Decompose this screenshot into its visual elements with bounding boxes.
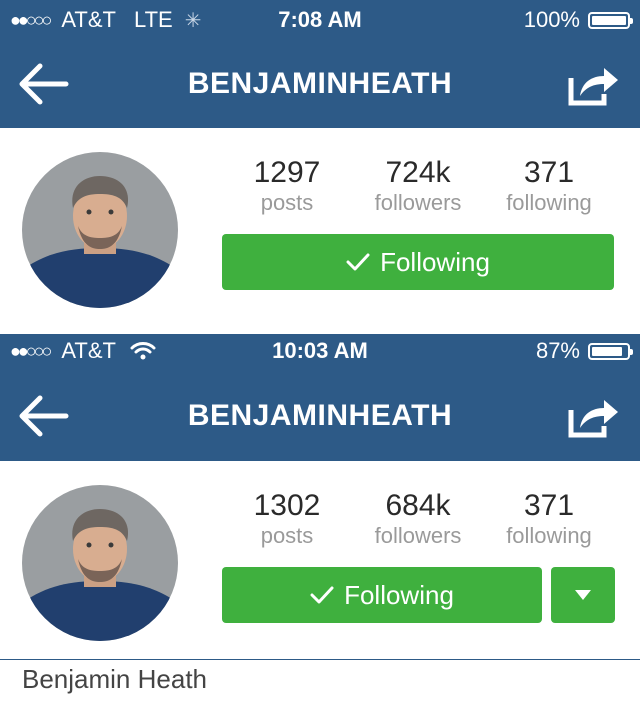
battery-percent: 87% [535, 338, 580, 363]
options-dropdown-button[interactable] [551, 567, 615, 623]
status-bar: ●●○○○ AT&T LTE ✳ 7:08 AM 100% [0, 0, 640, 40]
stat-following[interactable]: 371 following [484, 491, 614, 549]
following-label: following [506, 190, 592, 215]
stat-posts[interactable]: 1297 posts [222, 158, 352, 216]
caret-down-icon [575, 590, 591, 600]
checkmark-icon [346, 253, 370, 271]
header-2: ●●○○○ AT&T 10:03 AM 87% BENJAMINHEATH [0, 334, 640, 461]
avatar[interactable] [22, 485, 178, 641]
posts-count: 1297 [253, 156, 321, 189]
nav-bar: BENJAMINHEATH [0, 372, 640, 460]
stat-followers[interactable]: 684k followers [353, 491, 483, 549]
followers-label: followers [374, 523, 462, 548]
posts-count: 1302 [253, 489, 321, 522]
profile-full-name: Benjamin Heath [22, 664, 207, 694]
stat-following[interactable]: 371 following [484, 158, 614, 216]
page-title: BENJAMINHEATH [187, 67, 453, 100]
followers-count: 724k [385, 156, 451, 189]
following-button[interactable]: Following [222, 234, 614, 290]
divider [0, 659, 640, 660]
avatar[interactable] [22, 152, 178, 308]
share-icon[interactable] [568, 62, 620, 106]
battery-icon [588, 11, 633, 29]
following-count: 371 [523, 489, 575, 522]
battery-icon [588, 342, 633, 360]
stat-posts[interactable]: 1302 posts [222, 491, 352, 549]
followers-label: followers [374, 190, 462, 215]
stat-followers[interactable]: 724k followers [353, 158, 483, 216]
nav-bar: BENJAMINHEATH [0, 40, 640, 128]
battery-percent: 100% [523, 7, 580, 32]
following-label: following [506, 523, 592, 548]
followers-count: 684k [385, 489, 451, 522]
header-1: ●●○○○ AT&T LTE ✳ 7:08 AM 100% BENJAMINHE… [0, 0, 640, 128]
posts-label: posts [260, 523, 314, 548]
checkmark-icon [310, 586, 334, 604]
following-button-label: Following [380, 246, 490, 277]
following-button[interactable]: Following [222, 567, 542, 623]
following-count: 371 [523, 156, 575, 189]
posts-label: posts [260, 190, 314, 215]
profile-section-2: 1302 posts 684k followers 371 following … [0, 461, 640, 659]
page-title: BENJAMINHEATH [187, 399, 453, 432]
share-icon[interactable] [568, 394, 620, 438]
profile-section-1: 1297 posts 724k followers 371 following … [0, 128, 640, 334]
status-bar: ●●○○○ AT&T 10:03 AM 87% [0, 334, 640, 370]
following-button-label: Following [344, 579, 454, 610]
